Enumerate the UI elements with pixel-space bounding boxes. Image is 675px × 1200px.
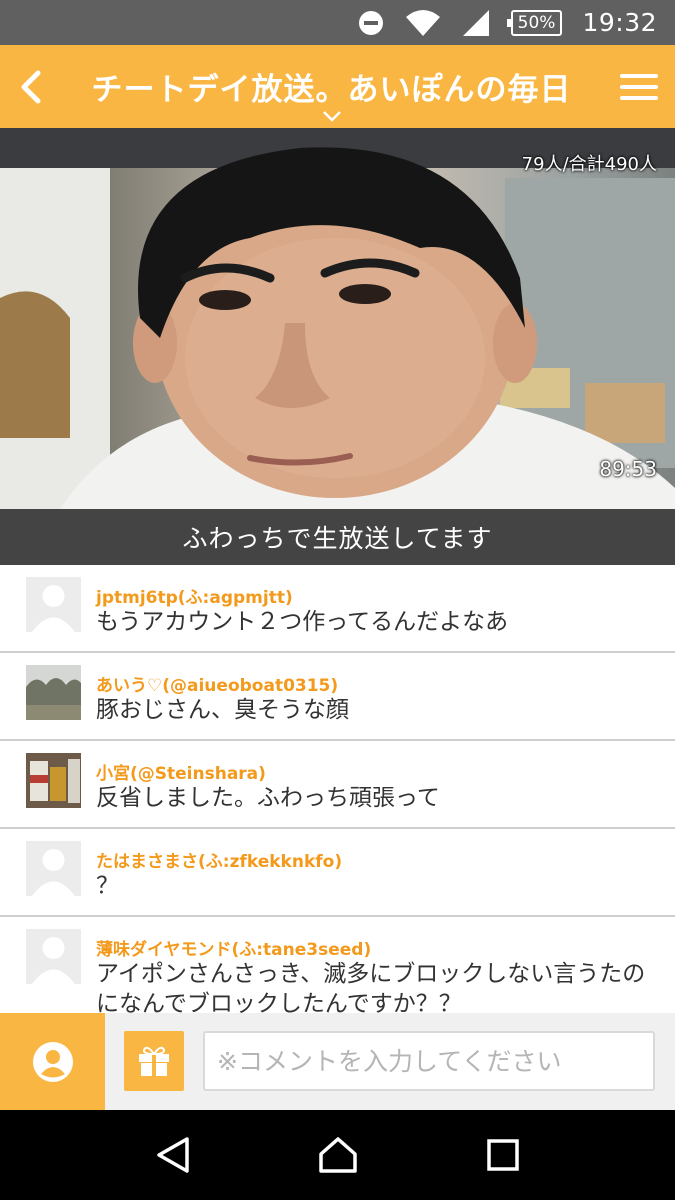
default-avatar-icon[interactable] <box>26 577 81 632</box>
nav-back-button[interactable] <box>143 1125 203 1185</box>
default-avatar-icon[interactable] <box>26 841 81 896</box>
streamer-video-frame <box>0 128 675 509</box>
viewer-count: 79人/合計490人 <box>521 154 657 175</box>
broadcast-banner: ふわっちで生放送してます <box>0 509 675 565</box>
clock: 19:32 <box>582 8 657 37</box>
nav-home-button[interactable] <box>308 1125 368 1185</box>
app-header: チートデイ放送。あいぽんの毎日 <box>0 45 675 128</box>
back-triangle-icon <box>156 1137 189 1173</box>
comment-composer <box>0 1013 675 1110</box>
status-bar: 50% 19:32 <box>0 0 675 45</box>
recents-square-icon <box>486 1139 519 1171</box>
broadcast-title-dropdown[interactable]: チートデイ放送。あいぽんの毎日 <box>60 45 603 128</box>
hamburger-menu-icon <box>620 73 658 100</box>
comment-text: 豚おじさん、臭そうな顔 <box>96 697 349 723</box>
default-avatar-icon[interactable] <box>26 929 81 984</box>
back-arrow-icon <box>21 70 41 103</box>
comment-list[interactable]: jptmj6tp(ふ:agpmjtt) もうアカウント２つ作ってるんだよなあ あ… <box>0 565 675 1013</box>
comment-item[interactable]: jptmj6tp(ふ:agpmjtt) もうアカウント２つ作ってるんだよなあ <box>0 565 675 653</box>
menu-button[interactable] <box>603 45 675 128</box>
home-icon <box>318 1137 357 1173</box>
gift-button[interactable] <box>124 1031 184 1091</box>
comment-text: もうアカウント２つ作ってるんだよなあ <box>96 609 509 635</box>
comment-author[interactable]: あいう♡(@aiueoboat0315) <box>96 671 338 696</box>
comment-author[interactable]: たはまさまさ(ふ:zfkekknkfo) <box>96 847 342 872</box>
cell-signal-icon <box>461 9 491 37</box>
comment-item[interactable]: あいう♡(@aiueoboat0315) 豚おじさん、臭そうな顔 <box>0 653 675 741</box>
comment-author[interactable]: 小宮(@Steinshara) <box>96 759 266 784</box>
profile-button[interactable] <box>0 1013 105 1110</box>
comment-author[interactable]: 薄味ダイヤモンド(ふ:tane3seed) <box>96 935 371 960</box>
elapsed-time: 89:53 <box>599 457 657 481</box>
gift-icon <box>139 1046 169 1076</box>
comment-text: ？ <box>96 873 119 899</box>
comment-input[interactable] <box>203 1031 655 1091</box>
do-not-disturb-icon <box>357 9 385 37</box>
user-avatar-photo[interactable] <box>26 753 81 808</box>
comment-item[interactable]: たはまさまさ(ふ:zfkekknkfo) ？ <box>0 829 675 917</box>
comment-text: アイポンさんさっき、滅多にブロックしない言うたのになんでブロックしたんですか？？ <box>96 961 646 1013</box>
wifi-icon <box>405 9 441 37</box>
comment-text: 反省しました。ふわっち頑張って <box>96 785 440 811</box>
comment-author[interactable]: jptmj6tp(ふ:agpmjtt) <box>96 583 293 608</box>
comment-item[interactable]: 薄味ダイヤモンド(ふ:tane3seed) アイポンさんさっき、滅多にブロックし… <box>0 917 675 1013</box>
live-video-player[interactable]: 79人/合計490人 89:53 <box>0 128 675 509</box>
user-avatar-photo[interactable] <box>26 665 81 720</box>
chevron-down-icon <box>322 111 341 122</box>
system-nav-bar <box>0 1110 675 1200</box>
page-title: チートデイ放送。あいぽんの毎日 <box>91 72 572 108</box>
nav-recents-button[interactable] <box>473 1125 533 1185</box>
battery-indicator: 50% <box>506 9 563 36</box>
back-button[interactable] <box>0 45 60 128</box>
app-screen: 50% 19:32 チートデイ放送。あいぽんの毎日 79人/合計490人 89:… <box>0 0 675 1200</box>
user-icon <box>32 1041 73 1082</box>
comment-item[interactable]: 小宮(@Steinshara) 反省しました。ふわっち頑張って <box>0 741 675 829</box>
